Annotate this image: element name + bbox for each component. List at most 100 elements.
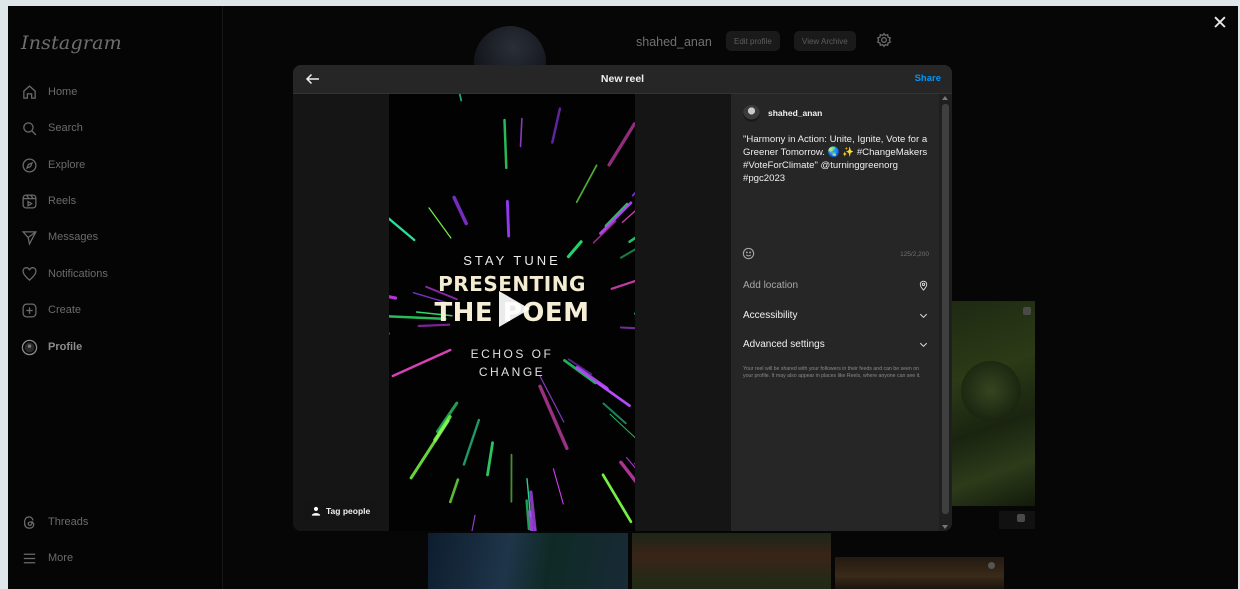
- instagram-logo[interactable]: Instagram: [21, 32, 122, 54]
- starburst-streak: [409, 419, 450, 480]
- starburst-streak: [519, 117, 523, 148]
- advanced-settings-section[interactable]: Advanced settings: [743, 334, 929, 354]
- sidebar-item-notifications[interactable]: Notifications: [20, 261, 108, 287]
- sidebar-item-messages[interactable]: Messages: [20, 224, 98, 250]
- person-icon: [311, 506, 321, 516]
- caption-textarea[interactable]: "Harmony in Action: Unite, Ignite, Vote …: [743, 133, 928, 185]
- share-button[interactable]: Share: [915, 73, 941, 84]
- video-text-change: CHANGE: [478, 365, 546, 379]
- panel-username: shahed_anan: [768, 108, 823, 118]
- sidebar-item-label: Profile: [48, 341, 83, 353]
- sidebar-item-create[interactable]: Create: [20, 297, 81, 323]
- starburst-streak: [436, 401, 459, 433]
- sidebar-item-label: Create: [48, 304, 82, 316]
- sidebar-item-label: Reels: [48, 195, 77, 207]
- compass-icon: [20, 156, 38, 174]
- advanced-settings-label: Advanced settings: [743, 338, 825, 350]
- video-text-echos-of: ECHOS OF: [470, 347, 554, 361]
- reel-video[interactable]: STAY TUNE PRESENTING THE POEM ECHOS OF C…: [389, 94, 635, 531]
- reel-details-panel: shahed_anan "Harmony in Action: Unite, I…: [731, 94, 939, 531]
- sidebar-item-reels[interactable]: Reels: [20, 188, 76, 214]
- chevron-down-icon: [919, 313, 928, 318]
- starburst-streak: [462, 418, 481, 466]
- starburst-streak: [602, 402, 627, 425]
- settings-gear-icon: [876, 32, 892, 48]
- starburst-streak: [471, 514, 476, 531]
- threads-icon: [20, 513, 38, 531]
- starburst-streak: [503, 118, 508, 170]
- accessibility-section[interactable]: Accessibility: [743, 305, 929, 325]
- grid-post-image: [835, 557, 1004, 589]
- starburst-streak: [552, 468, 564, 505]
- sidebar-item-profile[interactable]: Profile: [20, 334, 82, 360]
- view-archive-button: View Archive: [794, 31, 856, 51]
- starburst-streak: [505, 199, 511, 238]
- starburst-streak: [592, 220, 617, 244]
- add-location-field[interactable]: Add location: [743, 275, 929, 295]
- chevron-down-icon: [919, 342, 928, 347]
- emoji-icon[interactable]: [742, 247, 755, 260]
- sidebar-item-label: Search: [48, 122, 83, 134]
- grid-post-image: [632, 533, 831, 589]
- sidebar: Instagram Home Search Explore Reels Mess…: [8, 6, 223, 589]
- starburst-streak: [448, 478, 460, 504]
- starburst-streak: [619, 460, 635, 484]
- menu-icon: [20, 549, 38, 567]
- accessibility-label: Accessibility: [743, 309, 798, 321]
- sidebar-item-threads[interactable]: Threads: [20, 509, 88, 535]
- starburst-streak: [538, 384, 569, 450]
- play-icon[interactable]: [496, 289, 532, 329]
- sidebar-item-search[interactable]: Search: [20, 115, 83, 141]
- avatar: [743, 105, 760, 122]
- starburst-streak: [575, 164, 598, 204]
- modal-title: New reel: [600, 73, 645, 85]
- send-icon: [20, 228, 38, 246]
- profile-username: shahed_anan: [636, 35, 712, 49]
- heart-icon: [20, 265, 38, 283]
- location-pin-icon: [919, 280, 928, 291]
- sidebar-item-label: Notifications: [48, 268, 108, 280]
- starburst-streak: [428, 207, 452, 239]
- caption-char-count: 125/2,200: [900, 251, 929, 258]
- video-preview-area: STAY TUNE PRESENTING THE POEM ECHOS OF C…: [293, 94, 731, 531]
- sidebar-item-home[interactable]: Home: [20, 79, 77, 105]
- share-notice-text: Your reel will be shared with your follo…: [743, 366, 921, 379]
- grid-post-image: [428, 533, 628, 589]
- sidebar-item-label: Explore: [48, 159, 86, 171]
- sidebar-item-label: More: [48, 552, 74, 564]
- scrollbar-thumb[interactable]: [942, 104, 949, 514]
- starburst-streak: [596, 381, 631, 408]
- starburst-streak: [551, 107, 562, 144]
- tag-people-label: Tag people: [326, 506, 371, 516]
- starburst-streak: [486, 441, 494, 477]
- sidebar-item-more[interactable]: More: [20, 545, 73, 571]
- starburst-streak: [607, 122, 635, 167]
- modal-header: New reel Share: [293, 65, 952, 94]
- close-icon[interactable]: ✕: [1210, 14, 1230, 34]
- starburst-streak: [601, 473, 633, 524]
- sidebar-item-label: Messages: [48, 231, 99, 243]
- search-icon: [20, 119, 38, 137]
- tag-people-button[interactable]: Tag people: [304, 501, 378, 521]
- video-text-stay-tune: STAY TUNE: [463, 253, 561, 268]
- sidebar-item-label: Threads: [48, 516, 89, 528]
- reels-icon: [20, 192, 38, 210]
- scroll-down-arrow-icon[interactable]: [942, 525, 948, 529]
- starburst-streak: [628, 236, 635, 243]
- starburst-streak: [631, 191, 635, 197]
- starburst-streak: [609, 413, 635, 439]
- new-reel-modal: New reel Share STAY TUNE PRESENTING THE …: [293, 65, 952, 531]
- app-window: Instagram Home Search Explore Reels Mess…: [8, 6, 1238, 589]
- grid-post-image: [951, 301, 1035, 506]
- starburst-streak: [389, 217, 416, 242]
- plus-square-icon: [20, 301, 38, 319]
- sidebar-item-explore[interactable]: Explore: [20, 152, 85, 178]
- grid-post-image: [999, 511, 1035, 529]
- avatar-icon: [20, 338, 38, 356]
- edit-profile-button: Edit profile: [726, 31, 780, 51]
- starburst-streak: [458, 94, 463, 102]
- panel-scrollbar[interactable]: [939, 94, 952, 531]
- scroll-up-arrow-icon[interactable]: [942, 96, 948, 100]
- starburst-streak: [452, 195, 468, 226]
- home-icon: [20, 83, 38, 101]
